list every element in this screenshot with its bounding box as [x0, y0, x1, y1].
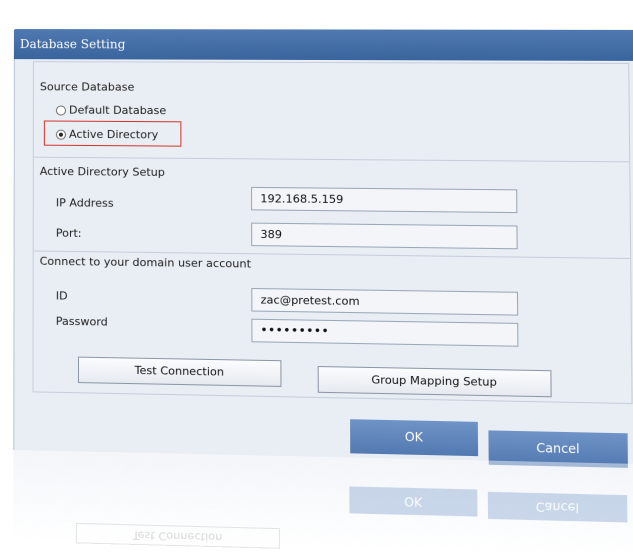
group-mapping-setup-button[interactable]: Group Mapping Setup	[317, 366, 552, 398]
password-input[interactable]: •••••••••	[251, 318, 519, 347]
account-heading: Connect to your domain user account	[39, 254, 252, 271]
radio-button-selected-icon[interactable]	[55, 129, 66, 140]
settings-panel: Source Database Default Database Active …	[32, 61, 633, 405]
dialog-reflection: OK Cancel Test Connection	[13, 449, 633, 559]
radio-default-database[interactable]: Default Database	[55, 103, 167, 118]
title-bar: Database Setting	[13, 29, 633, 61]
dialog-title: Database Setting	[19, 37, 126, 52]
ip-address-label: IP Address	[55, 196, 114, 210]
ok-button-reflection: OK	[349, 486, 478, 517]
source-database-heading: Source Database	[39, 80, 135, 94]
radio-label: Default Database	[69, 103, 167, 118]
port-input[interactable]: 389	[251, 222, 518, 250]
radio-label: Active Directory	[68, 127, 159, 142]
radio-active-directory[interactable]: Active Directory	[55, 127, 159, 142]
database-setting-dialog: Database Setting ✕ Source Database Defau…	[0, 0, 633, 559]
port-label: Port:	[55, 226, 82, 240]
test-connection-button[interactable]: Test Connection	[77, 356, 282, 387]
ip-address-input[interactable]: 192.168.5.159	[251, 186, 518, 214]
radio-button-icon[interactable]	[55, 104, 66, 116]
password-label: Password	[55, 314, 108, 329]
cancel-button-reflection: Cancel	[487, 491, 628, 523]
close-icon[interactable]: ✕	[615, 10, 633, 35]
dialog-body: Source Database Default Database Active …	[13, 59, 633, 468]
ok-button[interactable]: OK	[350, 419, 479, 457]
section-divider	[33, 156, 630, 163]
ad-setup-heading: Active Directory Setup	[39, 164, 165, 179]
id-label: ID	[55, 289, 68, 303]
test-connection-reflection: Test Connection	[75, 522, 280, 549]
id-input[interactable]: zac@pretest.com	[251, 287, 519, 316]
